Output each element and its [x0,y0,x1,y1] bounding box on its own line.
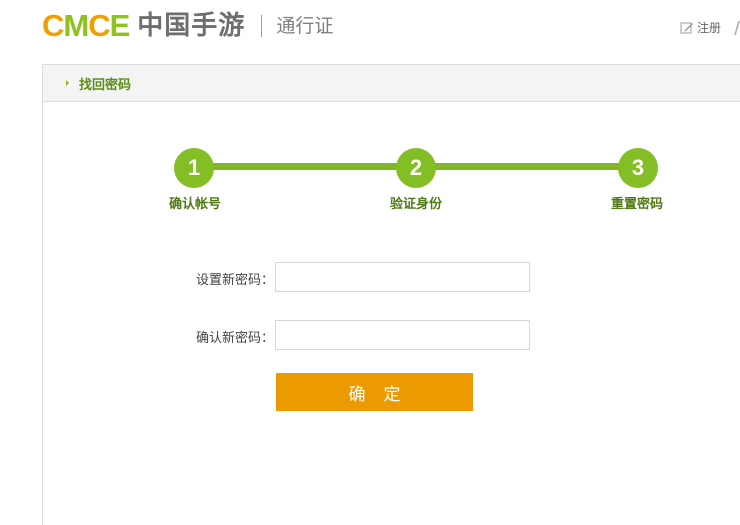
step-1-number: 1 [187,155,201,180]
login-separator-icon [734,20,740,36]
logo-wordmark: CMCE [42,8,131,43]
new-password-label: 设置新密码： [195,273,274,288]
step-2-circle: 2 [396,148,436,188]
logo-letter-c1: C [42,8,64,43]
step-2-label: 验证身份 [389,197,442,212]
step-3-circle: 3 [618,148,658,188]
logo-letter-e: E [109,8,131,43]
register-link[interactable]: 注册 [680,19,721,36]
edit-icon [680,22,693,33]
confirm-password-label: 确认新密码： [195,331,274,346]
new-password-input[interactable] [275,262,530,292]
site-subtitle: 通行证 [276,15,334,37]
step-connector-2 [435,163,619,170]
register-label: 注册 [697,21,722,35]
triangle-right-icon [66,80,69,86]
confirm-password-input[interactable] [275,320,530,350]
logo-divider [261,15,263,37]
step-3-label: 重置密码 [610,197,663,212]
confirm-button[interactable]: 确定 [276,373,473,411]
panel-header: 找回密码 [43,65,740,102]
logo[interactable]: CMCE 中国手游 通行证 [42,9,333,43]
logo-letter-m: M [63,8,89,43]
step-3-number: 3 [631,155,645,180]
panel-title: 找回密码 [79,77,132,93]
logo-letter-c2: C [88,8,110,43]
step-1-circle: 1 [174,148,214,188]
find-password-panel: 找回密码 [42,64,740,525]
step-2-number: 2 [409,155,423,180]
step-1-label: 确认帐号 [168,197,221,212]
logo-chinese-name: 中国手游 [137,11,246,41]
step-connector-1 [213,163,397,170]
